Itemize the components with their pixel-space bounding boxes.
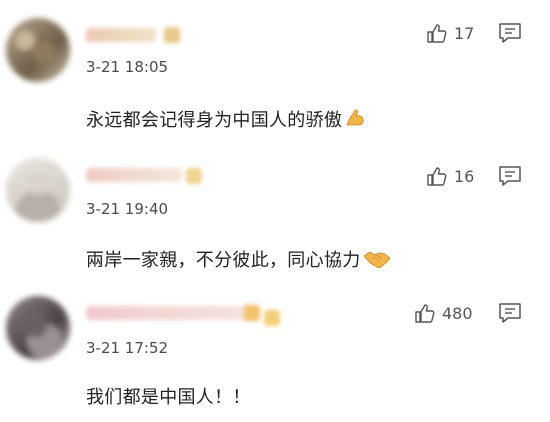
comment-text-content: 兩岸一家親，不分彼此，同心協力 [86,250,361,271]
like-button[interactable]: 17 [426,22,474,44]
like-count: 17 [454,23,475,43]
avatar[interactable] [6,158,70,222]
handshake-icon [363,247,391,274]
user-badge [244,305,260,321]
like-count: 16 [454,166,475,186]
comment-text-content: 永远都会记得身为中国人的骄傲 [86,110,343,131]
avatar[interactable] [6,296,70,360]
like-count: 480 [442,303,473,323]
comment-text: 永远都会记得身为中国人的骄傲 [86,106,368,134]
like-button[interactable]: 16 [426,165,474,187]
user-badge [186,168,202,184]
comment-icon[interactable] [498,165,522,187]
thumbs-up-icon [427,167,447,186]
username-blurred[interactable] [86,168,182,182]
thumbs-up-icon [427,24,447,43]
comment-text: 我们都是中国人！！ [86,383,251,409]
like-button[interactable]: 480 [414,302,473,324]
user-badge [164,27,180,43]
comment-icon[interactable] [498,22,522,44]
username-blurred[interactable] [86,28,156,42]
comment-icon[interactable] [498,302,522,324]
comment-text-content: 我们都是中国人！！ [86,387,251,408]
thumbs-up-icon [415,304,435,323]
comment-timestamp: 3-21 19:40 [86,200,169,218]
avatar[interactable] [6,18,70,82]
comment-timestamp: 3-21 17:52 [86,339,169,357]
user-badge [264,310,280,326]
comment-timestamp: 3-21 18:05 [86,58,169,76]
flexed-biceps-icon [344,107,368,134]
username-blurred[interactable] [86,306,256,320]
comment-text: 兩岸一家親，不分彼此，同心協力 [86,246,391,274]
